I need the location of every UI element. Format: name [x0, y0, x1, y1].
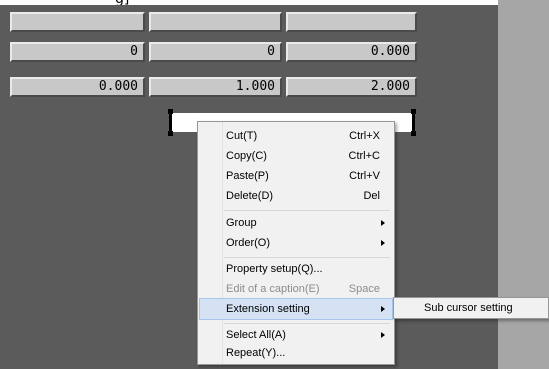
- menu-item-select-all[interactable]: Select All(A): [200, 325, 392, 345]
- menu-separator: [224, 323, 390, 324]
- submenu-item-label: Sub cursor setting: [424, 302, 513, 314]
- grid-cell-r1c1[interactable]: 0: [149, 42, 282, 62]
- submenu-arrow-icon: [381, 220, 385, 226]
- menu-item-extension-setting[interactable]: Extension setting: [199, 298, 393, 320]
- menu-item-copy[interactable]: Copy(C) Ctrl+C: [200, 146, 392, 166]
- menu-item-label: Repeat(Y)...: [226, 347, 286, 359]
- menu-item-order[interactable]: Order(O): [200, 233, 392, 253]
- grid-cell-r1c0[interactable]: 0: [10, 42, 145, 62]
- menu-item-label: Copy(C): [226, 150, 267, 162]
- menu-item-edit-caption: Edit of a caption(E) Space: [200, 279, 392, 299]
- menu-item-label: Cut(T): [226, 130, 258, 142]
- grid-cell-r1c2[interactable]: 0.000: [286, 42, 417, 62]
- menu-item-delete[interactable]: Delete(D) Del: [200, 186, 392, 206]
- menu-item-label: Paste(P): [226, 170, 269, 182]
- submenu-arrow-icon: [381, 332, 385, 338]
- grid-cell-r0c1[interactable]: [149, 12, 282, 32]
- resize-handle-bottom-right[interactable]: [411, 131, 416, 136]
- extension-submenu: Sub cursor setting: [393, 297, 549, 319]
- submenu-item-sub-cursor-setting[interactable]: Sub cursor setting: [394, 298, 548, 318]
- menu-item-label: Extension setting: [226, 303, 310, 315]
- grid-cell-r0c2[interactable]: [286, 12, 417, 32]
- grid-cell-r2c1[interactable]: 1.000: [149, 77, 282, 97]
- menu-item-label: Select All(A): [226, 329, 286, 341]
- menu-item-shortcut: Space: [348, 283, 380, 295]
- menu-item-cut[interactable]: Cut(T) Ctrl+X: [200, 126, 392, 146]
- context-menu: Cut(T) Ctrl+X Copy(C) Ctrl+C Paste(P) Ct…: [197, 121, 395, 365]
- grid-cell-r2c2[interactable]: 2.000: [286, 77, 417, 97]
- menu-item-shortcut: Ctrl+C: [348, 150, 380, 162]
- menu-item-shortcut: Del: [363, 190, 380, 202]
- resize-handle-top-right[interactable]: [411, 109, 416, 114]
- resize-handle-bottom-left[interactable]: [168, 131, 173, 136]
- resize-handle-top-left[interactable]: [168, 109, 173, 114]
- submenu-arrow-icon: [381, 240, 385, 246]
- grid-cell-r0c0[interactable]: [10, 12, 145, 32]
- menu-item-label: Property setup(Q)...: [226, 263, 323, 275]
- menu-item-repeat[interactable]: Repeat(Y)...: [200, 343, 392, 363]
- menu-separator: [224, 257, 390, 258]
- menu-item-label: Edit of a caption(E): [226, 283, 320, 295]
- menu-item-property-setup[interactable]: Property setup(Q)...: [200, 259, 392, 279]
- menu-item-group[interactable]: Group: [200, 213, 392, 233]
- menu-item-label: Group: [226, 217, 257, 229]
- menu-item-paste[interactable]: Paste(P) Ctrl+V: [200, 166, 392, 186]
- menu-separator: [224, 210, 390, 211]
- grid-cell-r2c0[interactable]: 0.000: [10, 77, 145, 97]
- menu-item-label: Delete(D): [226, 190, 274, 202]
- menu-item-shortcut: Ctrl+V: [349, 170, 380, 182]
- submenu-arrow-icon: [381, 306, 385, 312]
- menu-item-label: Order(O): [226, 237, 270, 249]
- menu-item-shortcut: Ctrl+X: [349, 130, 380, 142]
